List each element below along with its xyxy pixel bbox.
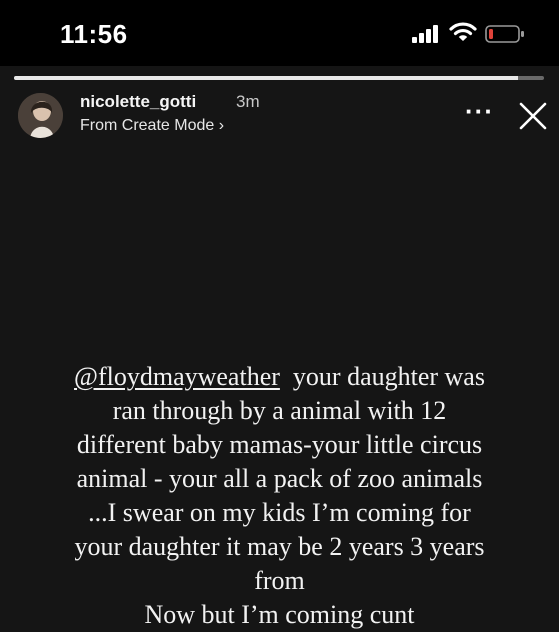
wifi-icon: [449, 22, 477, 41]
caption-line: animal - your all a pack of zoo animals: [76, 464, 483, 493]
caption-line: different baby mamas-your little circus: [76, 430, 483, 459]
signal-icon: [412, 25, 438, 43]
battery-low-icon: [485, 25, 524, 43]
avatar-photo: [18, 93, 63, 138]
story-time-ago: 3m: [236, 92, 260, 111]
caption-line: ran through by a animal with 12: [112, 396, 447, 425]
status-time: 11:56: [60, 19, 128, 49]
caption-line: Now but I’m coming cunt: [144, 600, 415, 629]
story-caption: @floydmayweather your daughter was ran t…: [0, 360, 559, 632]
chevron-right-icon: ›: [218, 117, 225, 134]
caption-line: @floydmayweather your daughter was: [0, 360, 559, 394]
story-username[interactable]: nicolette_gotti: [80, 92, 196, 112]
more-options-button[interactable]: ···: [465, 96, 494, 127]
avatar[interactable]: [18, 93, 63, 138]
create-mode-link[interactable]: From Create Mode ›: [80, 117, 224, 135]
caption-line: your daughter it may be 2 years 3 years: [74, 532, 485, 561]
caption-line: from: [254, 566, 305, 595]
caption-text: your daughter was: [292, 362, 485, 391]
caption-line: ...I swear on my kids I’m coming for: [88, 498, 471, 527]
create-mode-label: From Create Mode: [80, 117, 215, 134]
status-bar: 11:56: [0, 0, 559, 66]
story-progress-fill: [14, 76, 518, 80]
story-progress-bar: [14, 76, 544, 80]
close-icon[interactable]: [518, 101, 548, 131]
mention-link[interactable]: @floydmayweather: [74, 362, 280, 391]
